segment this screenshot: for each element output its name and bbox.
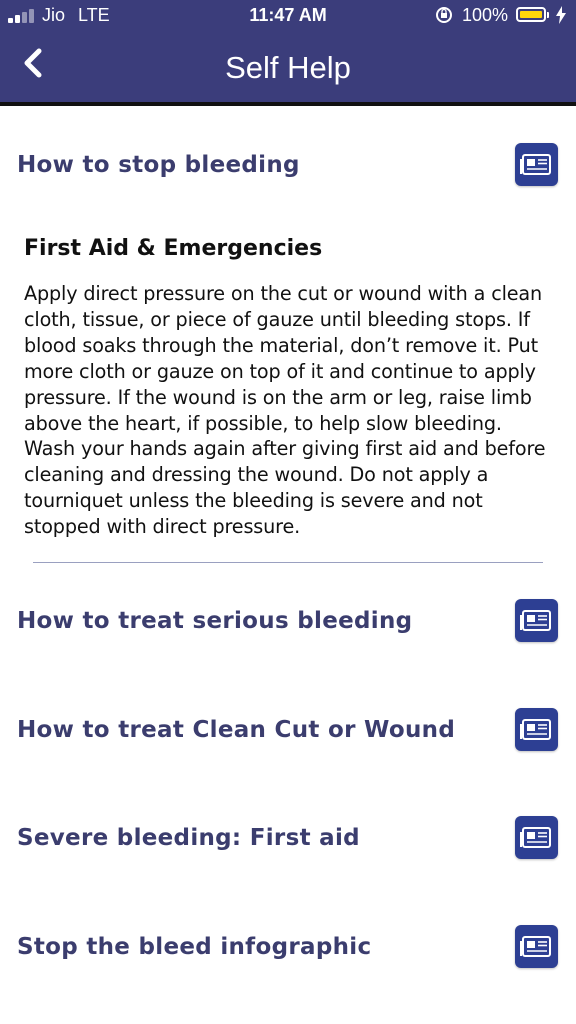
list-item-title: How to treat Clean Cut or Wound xyxy=(17,717,456,743)
battery-tip xyxy=(547,12,549,18)
newspaper-icon[interactable] xyxy=(515,816,558,859)
header-divider xyxy=(0,102,576,106)
section-heading: First Aid & Emergencies xyxy=(24,236,323,261)
newspaper-icon[interactable] xyxy=(515,708,558,751)
newspaper-icon[interactable] xyxy=(515,143,558,186)
list-item[interactable]: Stop the bleed infographic xyxy=(0,907,576,987)
divider xyxy=(33,562,543,563)
list-item-title: How to stop bleeding xyxy=(17,152,300,178)
rotation-lock-icon xyxy=(436,7,452,23)
battery-level xyxy=(520,11,542,18)
expanded-content: First Aid & Emergencies Apply direct pre… xyxy=(24,236,554,540)
list-item[interactable]: How to treat Clean Cut or Wound xyxy=(0,690,576,770)
list-item-title: How to treat serious bleeding xyxy=(17,608,413,634)
list-item[interactable]: How to treat serious bleeding xyxy=(0,581,576,661)
status-bar: Jio LTE 11:47 AM 100% xyxy=(0,0,576,32)
battery-percent: 100% xyxy=(462,5,509,25)
battery-icon xyxy=(516,7,546,22)
list-item-title: Stop the bleed infographic xyxy=(17,934,372,960)
section-body: Apply direct pressure on the cut or woun… xyxy=(24,282,546,539)
page-title: Self Help xyxy=(225,50,351,85)
list-item-title: Severe bleeding: First aid xyxy=(17,825,360,851)
charging-icon xyxy=(556,6,566,24)
newspaper-icon[interactable] xyxy=(515,599,558,642)
list-item[interactable]: How to stop bleeding xyxy=(0,125,576,205)
newspaper-icon[interactable] xyxy=(515,925,558,968)
list-item[interactable]: Severe bleeding: First aid xyxy=(0,798,576,878)
